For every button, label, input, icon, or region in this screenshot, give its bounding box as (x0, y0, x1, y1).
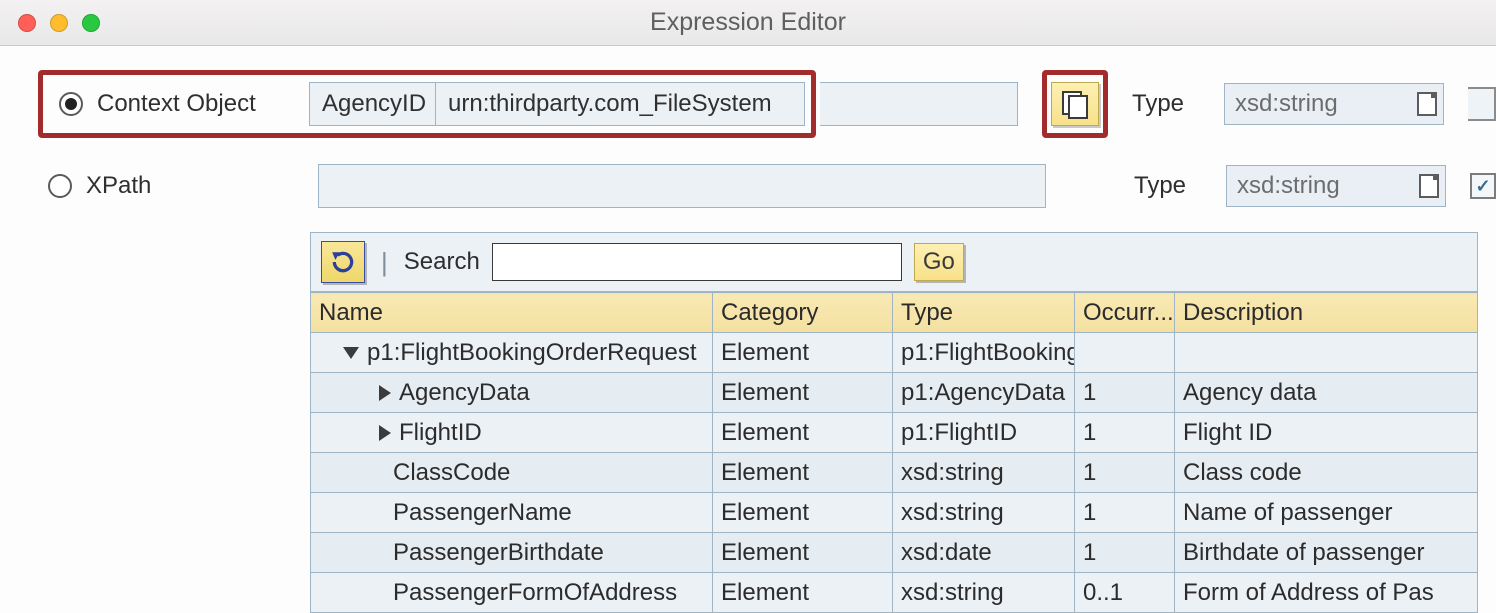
context-object-extra-field[interactable] (820, 82, 1018, 126)
cell-category: Element (713, 373, 893, 413)
node-name: PassengerBirthdate (393, 539, 604, 566)
cell-occurrence: 1 (1075, 533, 1175, 573)
cell-name[interactable]: PassengerBirthdate (311, 533, 713, 573)
context-object-row: Context Object AgencyID urn:thirdparty.c… (0, 46, 1496, 152)
cell-description: Form of Address of Pas (1175, 573, 1478, 613)
table-row[interactable]: p1:FlightBookingOrderRequest Elementp1:Fl… (311, 333, 1478, 373)
cell-description: Flight ID (1175, 413, 1478, 453)
cell-description: Name of passenger (1175, 493, 1478, 533)
col-name[interactable]: Name (311, 293, 713, 333)
context-object-radio[interactable]: Context Object (49, 76, 309, 132)
refresh-button[interactable] (321, 241, 365, 283)
cell-occurrence: 1 (1075, 493, 1175, 533)
cell-occurrence: 1 (1075, 373, 1175, 413)
cell-type: p1:AgencyData (893, 373, 1075, 413)
node-name: PassengerName (393, 499, 572, 526)
table-row[interactable]: AgencyData Elementp1:AgencyData1Agency da… (311, 373, 1478, 413)
cell-occurrence: 1 (1075, 453, 1175, 493)
node-name: FlightID (399, 419, 482, 446)
cell-type: xsd:string (893, 453, 1075, 493)
cell-name[interactable]: AgencyData (311, 373, 713, 413)
radio-icon (59, 92, 83, 116)
co-type-field[interactable]: xsd:string (1224, 83, 1444, 125)
titlebar: Expression Editor (0, 0, 1496, 46)
copy-button[interactable] (1051, 82, 1099, 126)
search-input[interactable] (492, 243, 902, 281)
table-header-row: Name Category Type Occurr... Description (311, 293, 1478, 333)
xp-type-value: xsd:string (1237, 172, 1340, 200)
copy-icon (1062, 91, 1088, 117)
refresh-icon (330, 249, 356, 275)
context-object-namespace-field[interactable]: urn:thirdparty.com_FileSystem (435, 82, 805, 126)
col-type[interactable]: Type (893, 293, 1075, 333)
co-type-label: Type (1132, 90, 1200, 118)
xp-type-field[interactable]: xsd:string (1226, 165, 1446, 207)
copy-button-highlight (1042, 70, 1108, 138)
cell-occurrence (1075, 333, 1175, 373)
cell-category: Element (713, 493, 893, 533)
node-name: p1:FlightBookingOrderRequest (367, 339, 697, 366)
node-name: ClassCode (393, 459, 510, 486)
cell-name[interactable]: p1:FlightBookingOrderRequest (311, 333, 713, 373)
cell-description: Class code (1175, 453, 1478, 493)
twisty-open-icon[interactable] (343, 347, 359, 359)
col-description[interactable]: Description (1175, 293, 1478, 333)
col-category[interactable]: Category (713, 293, 893, 333)
clipboard-icon (1419, 174, 1439, 198)
co-type-value: xsd:string (1235, 90, 1338, 118)
radio-icon (48, 174, 72, 198)
cell-category: Element (713, 573, 893, 613)
search-label: Search (404, 248, 480, 276)
clipboard-icon (1417, 92, 1437, 116)
table-row[interactable]: FlightID Elementp1:FlightID1Flight ID (311, 413, 1478, 453)
context-object-name-field[interactable]: AgencyID (309, 82, 435, 126)
xp-trailing-checkbox[interactable]: ✓ (1470, 173, 1496, 199)
cell-type: xsd:string (893, 493, 1075, 533)
twisty-closed-icon[interactable] (379, 385, 391, 401)
cell-description: Agency data (1175, 373, 1478, 413)
co-trailing-control[interactable] (1468, 87, 1496, 121)
schema-tree-table: Name Category Type Occurr... Description… (310, 292, 1478, 613)
cell-type: xsd:date (893, 533, 1075, 573)
table-row[interactable]: PassengerBirthdate Elementxsd:date1Birthd… (311, 533, 1478, 573)
cell-category: Element (713, 333, 893, 373)
table-row[interactable]: PassengerName Elementxsd:string1Name of p… (311, 493, 1478, 533)
context-object-label: Context Object (97, 90, 256, 118)
cell-name[interactable]: PassengerName (311, 493, 713, 533)
cell-category: Element (713, 533, 893, 573)
node-name: AgencyData (399, 379, 530, 406)
twisty-closed-icon[interactable] (379, 425, 391, 441)
xp-type-label: Type (1134, 172, 1202, 200)
cell-occurrence: 0..1 (1075, 573, 1175, 613)
col-occurrence[interactable]: Occurr... (1075, 293, 1175, 333)
go-button[interactable]: Go (914, 243, 964, 281)
cell-description: Birthdate of passenger (1175, 533, 1478, 573)
context-object-highlight: Context Object AgencyID urn:thirdparty.c… (38, 70, 816, 138)
cell-category: Element (713, 453, 893, 493)
cell-category: Element (713, 413, 893, 453)
table-row[interactable]: ClassCode Elementxsd:string1Class code (311, 453, 1478, 493)
cell-name[interactable]: ClassCode (311, 453, 713, 493)
cell-occurrence: 1 (1075, 413, 1175, 453)
cell-name[interactable]: FlightID (311, 413, 713, 453)
xpath-tree-panel: | Search Go Name Category Type Occurr...… (0, 228, 1496, 613)
cell-description (1175, 333, 1478, 373)
node-name: PassengerFormOfAddress (393, 579, 677, 606)
window-title: Expression Editor (0, 8, 1496, 37)
cell-name[interactable]: PassengerFormOfAddress (311, 573, 713, 613)
table-row[interactable]: PassengerFormOfAddress Elementxsd:string0… (311, 573, 1478, 613)
cell-type: p1:FlightBooking (893, 333, 1075, 373)
cell-type: p1:FlightID (893, 413, 1075, 453)
toolbar-separator: | (377, 247, 392, 278)
cell-type: xsd:string (893, 573, 1075, 613)
xpath-label: XPath (86, 172, 151, 200)
xpath-row: XPath Type xsd:string ✓ (0, 152, 1496, 228)
xpath-radio[interactable]: XPath (38, 158, 314, 214)
tree-toolbar: | Search Go (310, 232, 1478, 292)
xpath-field[interactable] (318, 164, 1046, 208)
